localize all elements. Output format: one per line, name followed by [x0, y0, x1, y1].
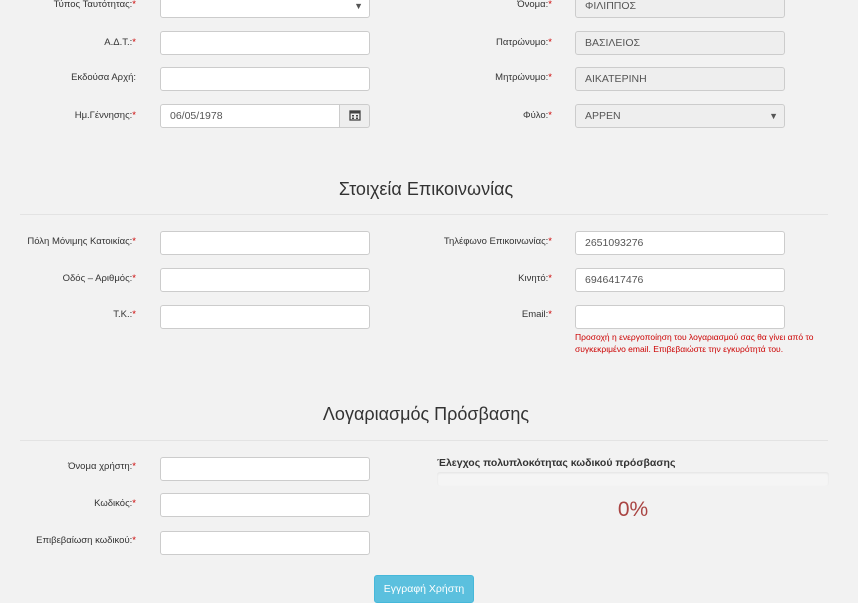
- required-mark: *: [132, 236, 136, 247]
- id-type-select[interactable]: ▼: [160, 0, 370, 18]
- email-label-text: Email:: [521, 309, 549, 320]
- confirm-password-label-text: Επιβεβαίωση κωδικού:: [36, 535, 133, 546]
- username-label: Όνομα χρήστη:*: [0, 454, 136, 480]
- required-mark: *: [548, 273, 552, 284]
- required-mark: *: [132, 273, 136, 284]
- account-section-title: Λογαριασμός Πρόσβασης: [322, 404, 530, 424]
- password-strength-percent: 0%: [617, 498, 649, 521]
- required-mark: *: [548, 0, 552, 10]
- street-label: Οδός – Αριθμός:*: [0, 266, 136, 292]
- divider: [20, 440, 828, 441]
- phone-label: Τηλέφωνο Επικοινωνίας:*: [420, 229, 552, 255]
- required-mark: *: [132, 110, 136, 121]
- required-mark: *: [548, 309, 552, 320]
- postal-code-input[interactable]: [160, 305, 370, 329]
- confirm-password-input[interactable]: [160, 531, 370, 555]
- first-name-label-text: Όνομα:: [517, 0, 549, 10]
- required-mark: *: [132, 461, 136, 472]
- required-mark: *: [132, 535, 136, 546]
- email-input[interactable]: [575, 305, 785, 329]
- city-label: Πόλη Μόνιμης Κατοικίας:*: [0, 229, 136, 255]
- chevron-down-icon: ▼: [354, 1, 363, 11]
- city-input[interactable]: [160, 231, 370, 255]
- father-name-label: Πατρώνυμο:*: [420, 30, 552, 56]
- password-input[interactable]: [160, 493, 370, 517]
- gender-label-text: Φύλο:: [522, 110, 549, 121]
- first-name-input: ΦΙΛΙΠΠΟΣ: [575, 0, 785, 18]
- birthdate-label: Ημ.Γέννησης:*: [0, 103, 136, 129]
- email-label: Email:*: [420, 302, 552, 328]
- mobile-label-text: Κινητό:: [518, 273, 549, 284]
- phone-label-text: Τηλέφωνο Επικοινωνίας:: [443, 236, 549, 247]
- gender-value: ΑΡΡΕΝ: [585, 110, 621, 122]
- street-input[interactable]: [160, 268, 370, 292]
- birthdate-input[interactable]: 06/05/1978: [160, 104, 340, 128]
- required-mark: *: [548, 236, 552, 247]
- gender-select[interactable]: ΑΡΡΕΝ ▼: [575, 104, 785, 128]
- password-strength-bar: [437, 472, 829, 486]
- required-mark: *: [132, 37, 136, 48]
- adt-label-text: Α.Δ.Τ.:: [104, 37, 133, 48]
- phone-input[interactable]: 2651093276: [575, 231, 785, 255]
- street-label-text: Οδός – Αριθμός:: [62, 273, 133, 284]
- password-strength-title: Έλεγχος πολυπλοκότητας κωδικού πρόσβασης: [437, 457, 676, 469]
- chevron-down-icon: ▼: [769, 111, 778, 121]
- gender-label: Φύλο:*: [420, 103, 552, 129]
- mobile-input[interactable]: 6946417476: [575, 268, 785, 292]
- required-mark: *: [548, 37, 552, 48]
- mother-name-label: Μητρώνυμο:*: [420, 65, 552, 91]
- password-label: Κωδικός:*: [0, 491, 136, 517]
- id-type-label-text: Τύπος Ταυτότητας:: [53, 0, 133, 10]
- calendar-button[interactable]: [340, 104, 370, 128]
- adt-input[interactable]: [160, 31, 370, 55]
- required-mark: *: [548, 110, 552, 121]
- required-mark: *: [132, 0, 136, 10]
- confirm-password-label: Επιβεβαίωση κωδικού:*: [0, 528, 136, 554]
- divider: [20, 214, 828, 215]
- postal-code-label-text: Τ.Κ.:: [113, 309, 133, 320]
- required-mark: *: [132, 498, 136, 509]
- required-mark: *: [548, 72, 552, 83]
- postal-code-label: Τ.Κ.:*: [0, 302, 136, 328]
- calendar-icon: [349, 110, 361, 121]
- first-name-label: Όνομα:*: [420, 0, 552, 18]
- required-mark: *: [132, 309, 136, 320]
- id-type-label: Τύπος Ταυτότητας:*: [0, 0, 136, 18]
- contact-section-title: Στοιχεία Επικοινωνίας: [338, 179, 514, 199]
- username-input[interactable]: [160, 457, 370, 481]
- issuing-authority-input[interactable]: [160, 67, 370, 91]
- adt-label: Α.Δ.Τ.:*: [0, 30, 136, 56]
- father-name-label-text: Πατρώνυμο:: [496, 37, 549, 48]
- mobile-label: Κινητό:*: [420, 266, 552, 292]
- city-label-text: Πόλη Μόνιμης Κατοικίας:: [27, 236, 133, 247]
- issuing-authority-label: Εκδούσα Αρχή:: [71, 72, 136, 83]
- username-label-text: Όνομα χρήστη:: [68, 461, 133, 472]
- mother-name-label-text: Μητρώνυμο:: [495, 72, 549, 83]
- email-help-text: Προσοχή η ενεργοποίηση του λογαριασμού σ…: [575, 332, 814, 354]
- father-name-input: ΒΑΣΙΛΕΙΟΣ: [575, 31, 785, 55]
- mother-name-input: ΑΙΚΑΤΕΡΙΝΗ: [575, 67, 785, 91]
- password-label-text: Κωδικός:: [94, 498, 133, 509]
- birthdate-label-text: Ημ.Γέννησης:: [74, 110, 133, 121]
